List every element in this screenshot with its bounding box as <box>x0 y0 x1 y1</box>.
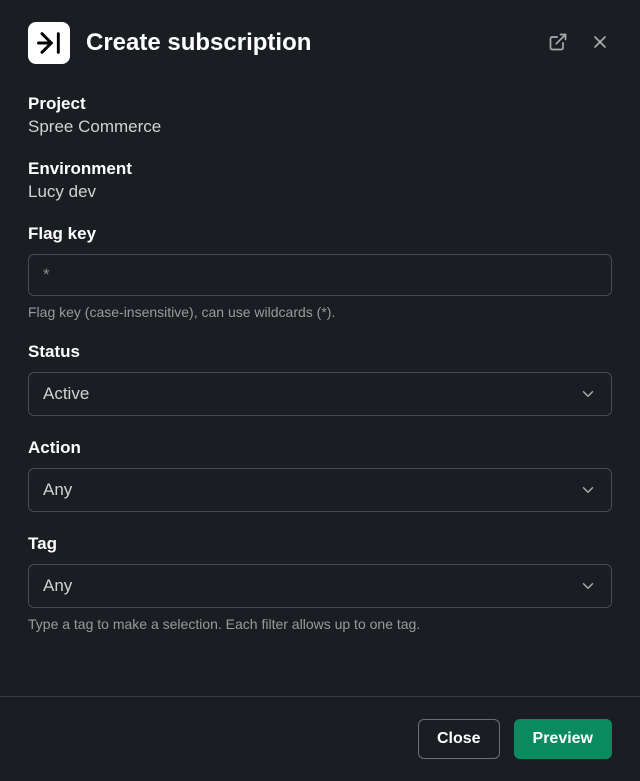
chevron-down-icon <box>579 577 597 595</box>
status-label: Status <box>28 342 612 362</box>
tag-select[interactable]: Any <box>28 564 612 608</box>
app-icon <box>28 22 70 64</box>
action-field: Action Any <box>28 438 612 512</box>
action-select[interactable]: Any <box>28 468 612 512</box>
flag-key-help: Flag key (case-insensitive), can use wil… <box>28 304 612 320</box>
open-external-button[interactable] <box>546 30 570 57</box>
modal-header: Create subscription <box>0 0 640 76</box>
tag-help: Type a tag to make a selection. Each fil… <box>28 616 612 632</box>
flag-key-label: Flag key <box>28 224 612 244</box>
modal-footer: Close Preview <box>0 696 640 781</box>
status-value: Active <box>43 384 89 404</box>
create-subscription-modal: Create subscription <box>0 0 640 781</box>
close-button[interactable]: Close <box>418 719 500 759</box>
action-value: Any <box>43 480 72 500</box>
project-label: Project <box>28 94 612 114</box>
project-field: Project Spree Commerce <box>28 94 612 137</box>
preview-button[interactable]: Preview <box>514 719 612 759</box>
status-select[interactable]: Active <box>28 372 612 416</box>
flag-key-field: Flag key Flag key (case-insensitive), ca… <box>28 224 612 320</box>
modal-title: Create subscription <box>86 29 530 57</box>
status-field: Status Active <box>28 342 612 416</box>
chevron-down-icon <box>579 385 597 403</box>
close-modal-button[interactable] <box>588 30 612 57</box>
close-icon <box>590 32 610 55</box>
chevron-down-icon <box>579 481 597 499</box>
tag-field: Tag Any Type a tag to make a selection. … <box>28 534 612 632</box>
external-link-icon <box>548 32 568 55</box>
action-label: Action <box>28 438 612 458</box>
environment-label: Environment <box>28 159 612 179</box>
flag-key-input[interactable] <box>28 254 612 296</box>
modal-body: Project Spree Commerce Environment Lucy … <box>0 76 640 696</box>
header-actions <box>546 30 612 57</box>
project-value: Spree Commerce <box>28 117 612 137</box>
tag-value: Any <box>43 576 72 596</box>
environment-field: Environment Lucy dev <box>28 159 612 202</box>
tag-label: Tag <box>28 534 612 554</box>
environment-value: Lucy dev <box>28 182 612 202</box>
